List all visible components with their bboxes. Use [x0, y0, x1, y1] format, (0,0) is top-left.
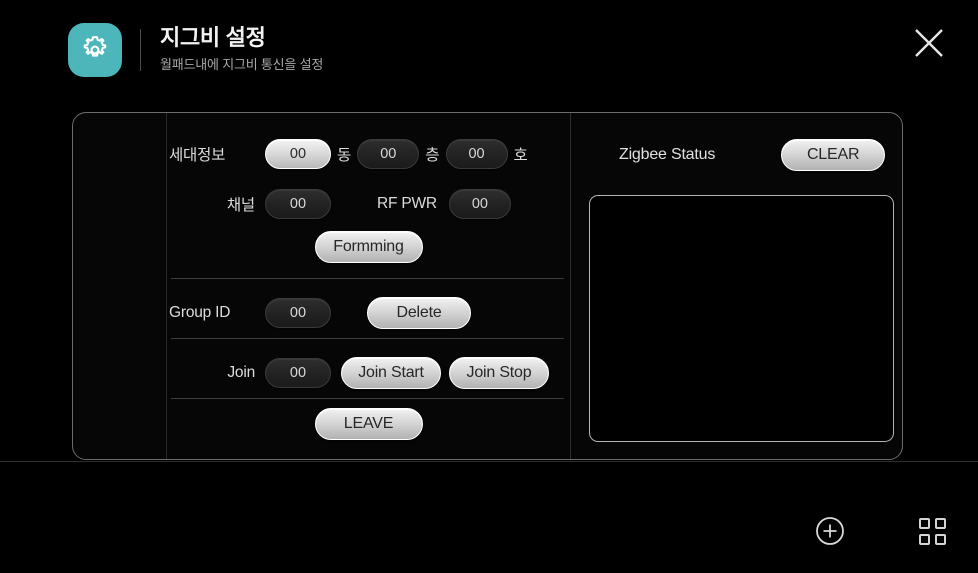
group-id-input[interactable]: 00 [265, 298, 331, 328]
grid-apps-icon [918, 517, 946, 545]
delete-button[interactable]: Delete [367, 297, 471, 329]
leave-row: LEAVE [167, 408, 570, 440]
apps-button[interactable] [915, 514, 949, 548]
plus-circle-icon [816, 517, 844, 545]
rf-pwr-input[interactable]: 00 [448, 189, 511, 219]
header-bar: 지그비 설정 월패드내에 지그비 통신을 설정 [0, 0, 978, 100]
grid-dot [918, 533, 930, 545]
grid-dot [934, 517, 946, 529]
join-start-button[interactable]: Join Start [341, 357, 441, 389]
gear-icon [68, 23, 122, 77]
page-title: 지그비 설정 [160, 24, 266, 50]
join-input[interactable]: 00 [265, 358, 331, 388]
join-stop-button[interactable]: Join Stop [449, 357, 549, 389]
header-text-group: 지그비 설정 월패드내에 지그비 통신을 설정 [160, 24, 323, 77]
floor-unit-label: 층 [425, 147, 440, 164]
floor-input[interactable]: 00 [357, 139, 420, 169]
section-divider-2 [171, 338, 564, 339]
channel-row: 채널 00 RF PWR 00 [167, 179, 570, 229]
unit-input[interactable]: 00 [445, 139, 508, 169]
section-divider-1 [171, 278, 564, 279]
forming-row: Formming [167, 231, 570, 263]
join-label: Join [227, 364, 255, 381]
unit-unit-label: 호 [513, 147, 528, 164]
status-column: Zigbee Status CLEAR [571, 113, 902, 459]
close-button[interactable] [906, 20, 952, 66]
channel-label: 채널 [226, 197, 255, 214]
forming-button[interactable]: Formming [314, 231, 423, 263]
add-button[interactable] [812, 513, 848, 549]
close-icon [915, 29, 943, 57]
channel-input[interactable]: 00 [265, 189, 331, 219]
building-unit-label: 동 [337, 147, 352, 164]
household-info-label: 세대정보 [169, 147, 226, 164]
join-row: Join 00 Join Start Join Stop [167, 348, 570, 398]
zigbee-settings-panel: 세대정보 00 동 00 층 00 호 채널 00 RF PWR 00 Form… [72, 112, 903, 460]
panel-left-spacer [73, 113, 167, 459]
building-input[interactable]: 00 [265, 139, 331, 169]
grid-dot [918, 517, 930, 529]
clear-button[interactable]: CLEAR [781, 139, 886, 171]
household-info-row: 세대정보 00 동 00 층 00 호 [167, 129, 570, 179]
page-subtitle: 월패드내에 지그비 통신을 설정 [160, 56, 324, 72]
group-id-row: Group ID 00 Delete [167, 288, 570, 338]
grid-dot [934, 533, 946, 545]
zigbee-status-label: Zigbee Status [619, 146, 716, 163]
section-divider-3 [171, 398, 564, 399]
leave-button[interactable]: LEAVE [314, 408, 423, 440]
settings-column: 세대정보 00 동 00 층 00 호 채널 00 RF PWR 00 Form… [167, 113, 570, 459]
header-divider [140, 29, 141, 71]
group-id-label: Group ID [169, 304, 231, 321]
status-log-area[interactable] [589, 195, 894, 442]
rf-pwr-label: RF PWR [377, 195, 437, 212]
status-header: Zigbee Status CLEAR [571, 139, 902, 171]
